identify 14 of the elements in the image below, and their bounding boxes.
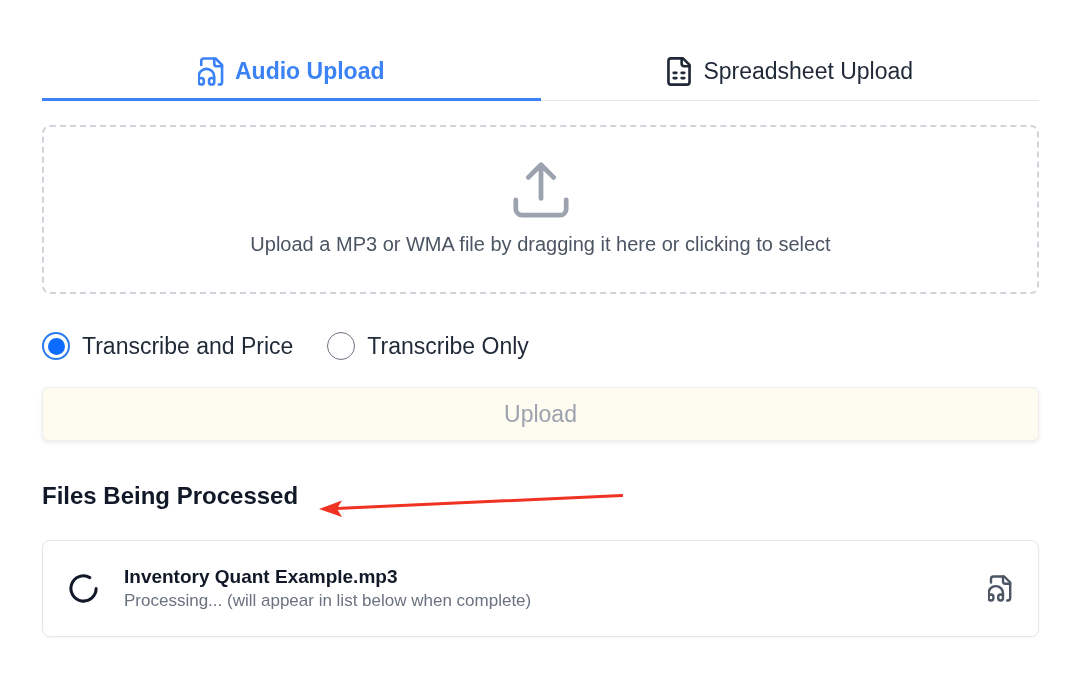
spinner-icon [69,574,98,603]
dropzone[interactable]: Upload a MP3 or WMA file by dragging it here or clicking to select [42,125,1039,294]
radio-option[interactable]: Transcribe Only [327,332,529,360]
audio-file-icon [198,56,224,86]
file-status: Processing... (will appear in list below when complete) [124,591,532,611]
upload-icon [512,162,569,218]
file-name: Inventory Quant Example.mp3 [124,566,398,588]
section-heading: Files Being Processed [42,481,299,511]
tab[interactable]: Spreadsheet Upload [540,44,1039,101]
dropzone-text: Upload a MP3 or WMA file by dragging it here or clicking to select [250,233,831,256]
tab[interactable]: Audio Upload [42,44,541,101]
spreadsheet-file-icon [666,56,693,86]
audio-file-icon [988,575,1012,602]
radio-option[interactable]: Transcribe and Price [42,332,294,360]
